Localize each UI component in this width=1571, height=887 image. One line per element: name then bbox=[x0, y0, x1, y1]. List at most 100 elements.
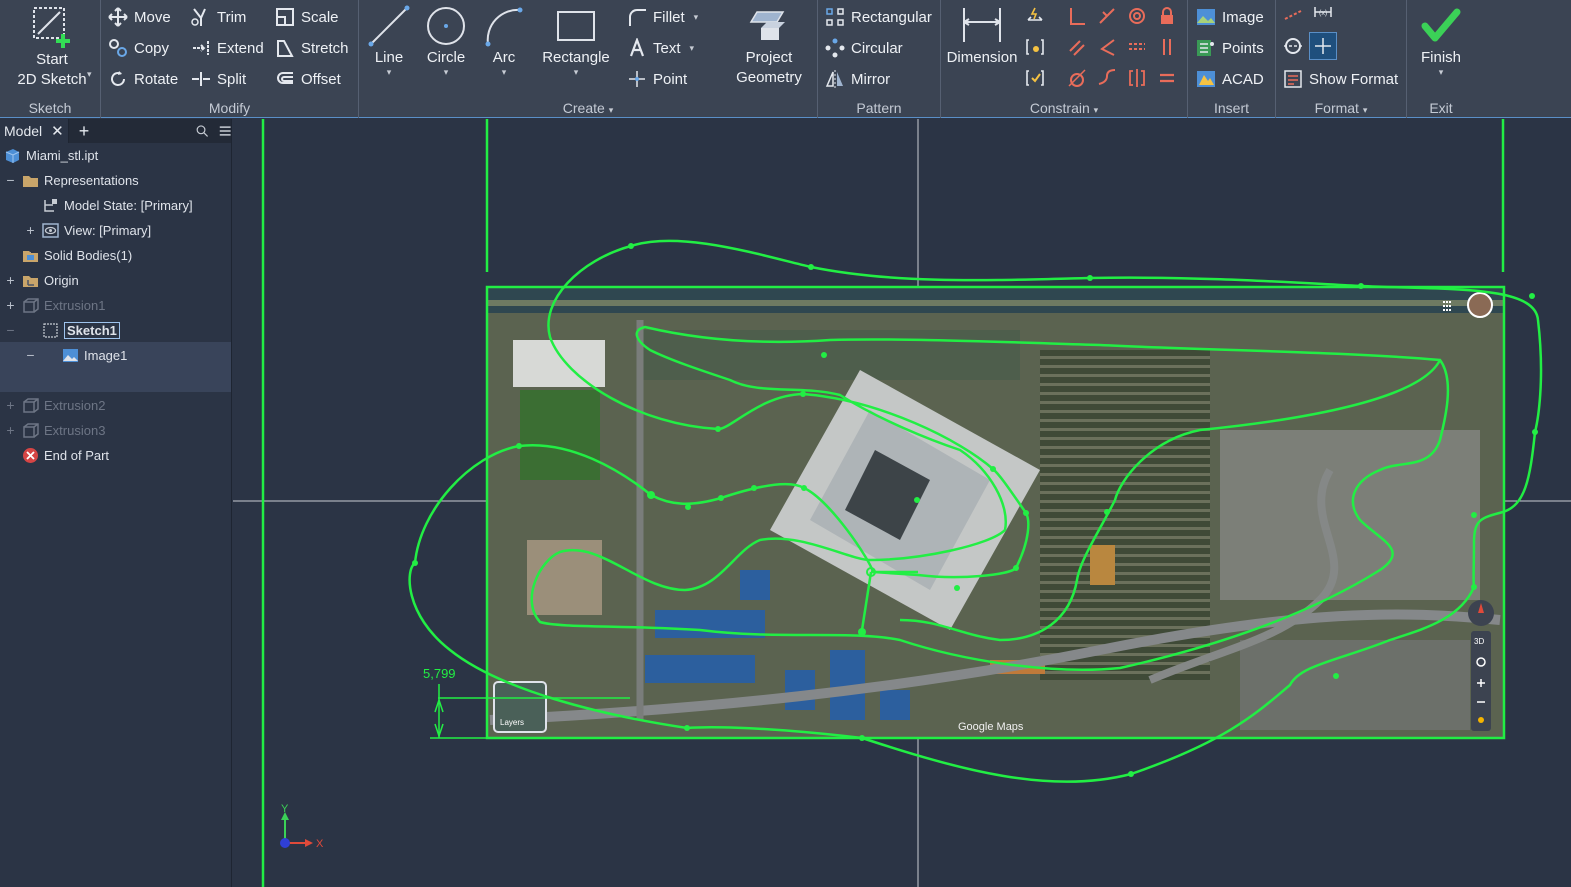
pattern-panel: Rectangular Circular Mirror Pattern bbox=[818, 0, 941, 118]
graphics-canvas[interactable]: Layers Google Maps 3D 5,799 Y X bbox=[233, 119, 1571, 887]
sketch-viewport[interactable]: Layers Google Maps 3D 5,799 Y X bbox=[233, 119, 1571, 887]
dimension-value[interactable]: 5,799 bbox=[423, 666, 456, 681]
create-panel-title[interactable]: Create ▾ bbox=[359, 100, 817, 116]
symmetric-constraint-icon[interactable] bbox=[1127, 68, 1147, 88]
nav-3d-label[interactable]: 3D bbox=[1474, 637, 1484, 646]
show-format-button[interactable]: Show Format bbox=[1283, 66, 1398, 92]
center-point-toggle[interactable] bbox=[1309, 32, 1337, 60]
tree-item-image1[interactable]: Image1 bbox=[62, 343, 127, 368]
add-tab-icon[interactable]: + bbox=[79, 121, 90, 142]
rectangle-button[interactable]: Rectangle ▾ bbox=[539, 4, 613, 77]
line-button[interactable]: Line ▾ bbox=[365, 4, 413, 77]
tree-item-view[interactable]: View: [Primary] bbox=[42, 218, 151, 243]
chevron-down-icon[interactable]: ▾ bbox=[609, 105, 614, 115]
close-icon[interactable]: ✕ bbox=[51, 122, 64, 140]
chevron-down-icon[interactable]: ▾ bbox=[690, 44, 695, 53]
view-icon bbox=[42, 223, 59, 238]
chevron-down-icon[interactable]: ▾ bbox=[87, 70, 92, 79]
centerline-icon[interactable] bbox=[1283, 36, 1303, 56]
offset-button[interactable]: Offset bbox=[275, 66, 341, 92]
chevron-down-icon[interactable]: ▾ bbox=[694, 13, 699, 22]
circular-pattern-button[interactable]: Circular bbox=[825, 35, 903, 61]
mirror-button[interactable]: Mirror bbox=[825, 66, 890, 92]
expand-icon[interactable]: + bbox=[5, 423, 16, 437]
menu-icon[interactable] bbox=[219, 123, 231, 139]
circle-button[interactable]: Circle ▾ bbox=[422, 4, 470, 77]
tree-item-origin[interactable]: Origin bbox=[22, 268, 79, 293]
finish-label: Finish bbox=[1420, 49, 1461, 66]
constraint-settings-icon[interactable] bbox=[1025, 68, 1045, 88]
perpendicular-constraint-icon[interactable] bbox=[1067, 6, 1087, 26]
tree-item-sketch1[interactable]: Sketch1 bbox=[42, 318, 120, 343]
image-icon bbox=[63, 349, 78, 362]
expand-icon[interactable]: + bbox=[5, 273, 16, 287]
split-button[interactable]: Split bbox=[191, 66, 246, 92]
insert-points-button[interactable]: Points bbox=[1196, 35, 1264, 61]
tree-item-solid-bodies[interactable]: Solid Bodies(1) bbox=[22, 243, 132, 268]
format-panel-title[interactable]: Format ▾ bbox=[1276, 100, 1406, 116]
fix-constraint-icon[interactable] bbox=[1157, 6, 1177, 26]
chevron-down-icon[interactable]: ▾ bbox=[1094, 105, 1099, 115]
expand-icon[interactable]: + bbox=[25, 223, 36, 237]
show-constraints-icon[interactable] bbox=[1025, 37, 1045, 57]
insert-image-button[interactable]: Image bbox=[1196, 4, 1264, 30]
collinear-constraint-icon[interactable] bbox=[1097, 37, 1117, 57]
collapse-icon[interactable]: − bbox=[5, 323, 16, 337]
chevron-down-icon[interactable]: ▾ bbox=[502, 68, 507, 77]
tree-item-model-state[interactable]: Model State: [Primary] bbox=[42, 193, 193, 218]
tangent-constraint-icon[interactable] bbox=[1067, 68, 1087, 88]
insert-acad-button[interactable]: ACAD bbox=[1196, 66, 1264, 92]
avatar[interactable] bbox=[1467, 292, 1493, 318]
tab-model[interactable]: Model ✕ bbox=[0, 119, 69, 143]
arc-button[interactable]: Arc ▾ bbox=[480, 4, 528, 77]
move-button[interactable]: Move bbox=[108, 4, 171, 30]
collapse-icon[interactable]: − bbox=[25, 348, 36, 362]
rectangular-pattern-button[interactable]: Rectangular bbox=[825, 4, 932, 30]
auto-dimension-icon[interactable] bbox=[1025, 6, 1045, 26]
finish-sketch-button[interactable]: Finish ▾ bbox=[1411, 4, 1471, 77]
coincident-constraint-icon[interactable] bbox=[1097, 6, 1117, 26]
text-button[interactable]: Text ▾ bbox=[627, 35, 694, 61]
chevron-down-icon[interactable]: ▾ bbox=[574, 68, 579, 77]
solid-bodies-icon bbox=[23, 251, 38, 262]
collapse-icon[interactable]: − bbox=[5, 173, 16, 187]
tree-item-extrusion2[interactable]: Extrusion2 bbox=[22, 393, 105, 418]
tree-item-part[interactable]: Miami_stl.ipt bbox=[4, 143, 98, 168]
equal-constraint-icon[interactable] bbox=[1157, 68, 1177, 88]
tree-item-extrusion3[interactable]: Extrusion3 bbox=[22, 418, 105, 443]
trim-button[interactable]: Trim bbox=[191, 4, 246, 30]
point-button[interactable]: Point bbox=[627, 66, 687, 92]
chevron-down-icon[interactable]: ▾ bbox=[444, 68, 449, 77]
copy-button[interactable]: Copy bbox=[108, 35, 169, 61]
project-geometry-button[interactable]: Project Geometry bbox=[727, 4, 811, 88]
stretch-icon bbox=[277, 40, 294, 57]
view-triad[interactable]: Y X bbox=[280, 803, 324, 850]
tree-item-extrusion1[interactable]: Extrusion1 bbox=[22, 293, 105, 318]
chevron-down-icon[interactable]: ▾ bbox=[1439, 68, 1444, 77]
fillet-button[interactable]: Fillet ▾ bbox=[627, 4, 698, 30]
parallel-constraint-icon[interactable] bbox=[1067, 37, 1087, 57]
svg-text:(x): (x) bbox=[1319, 10, 1327, 17]
rotate-button[interactable]: Rotate bbox=[108, 66, 178, 92]
constrain-panel-title[interactable]: Constrain ▾ bbox=[941, 100, 1187, 116]
concentric-constraint-icon[interactable] bbox=[1127, 6, 1147, 26]
start-2d-sketch-button[interactable]: Start 2D Sketch bbox=[8, 4, 96, 90]
expand-icon[interactable]: + bbox=[5, 398, 16, 412]
driven-dimension-icon[interactable]: (x) bbox=[1313, 5, 1333, 25]
dimension-button[interactable]: Dimension bbox=[945, 4, 1019, 68]
expand-icon[interactable]: + bbox=[5, 298, 16, 312]
chevron-down-icon[interactable]: ▾ bbox=[1363, 105, 1368, 115]
tree-item-end-of-part[interactable]: End of Part bbox=[22, 443, 109, 468]
smooth-constraint-icon[interactable] bbox=[1097, 68, 1117, 88]
search-icon[interactable] bbox=[196, 123, 209, 139]
scale-button[interactable]: Scale bbox=[275, 4, 339, 30]
horizontal-constraint-icon[interactable] bbox=[1127, 37, 1147, 57]
vertical-constraint-icon[interactable] bbox=[1157, 37, 1177, 57]
layers-button[interactable]: Layers bbox=[493, 681, 547, 733]
chevron-down-icon[interactable]: ▾ bbox=[387, 68, 392, 77]
extend-button[interactable]: Extend bbox=[191, 35, 264, 61]
pegman-icon[interactable] bbox=[1478, 717, 1484, 723]
stretch-button[interactable]: Stretch bbox=[275, 35, 349, 61]
tree-item-representations[interactable]: Representations bbox=[22, 168, 139, 193]
construction-icon[interactable] bbox=[1283, 5, 1303, 25]
